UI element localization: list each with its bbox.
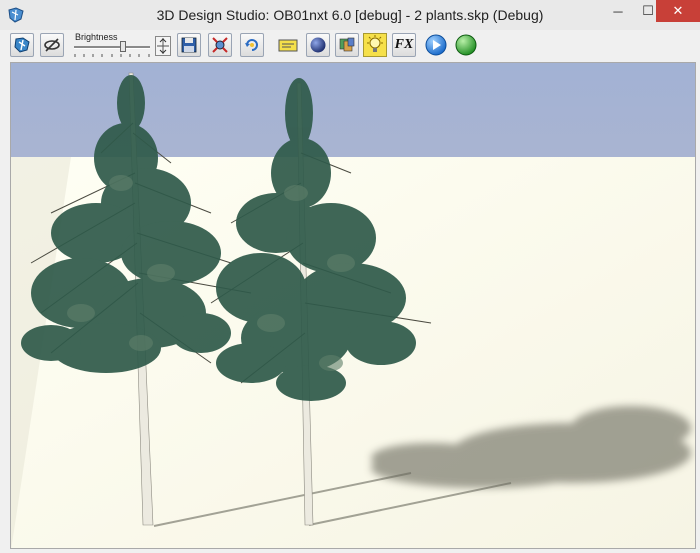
zoom-extents-icon	[212, 37, 228, 53]
zoom-extents-button[interactable]	[208, 33, 232, 57]
fx-icon: FX	[394, 37, 414, 52]
brightness-label: Brightness	[75, 32, 118, 42]
scene-render	[11, 72, 695, 548]
green-ball-button[interactable]	[454, 33, 478, 57]
save-icon	[181, 37, 197, 53]
play-icon	[425, 34, 447, 56]
sphere-button[interactable]	[306, 33, 330, 57]
slider-ticks	[74, 54, 150, 57]
brightness-control: Brightness	[70, 31, 175, 59]
brightness-slider-track[interactable]	[74, 46, 150, 49]
render-viewport[interactable]	[10, 62, 696, 549]
sphere-icon	[310, 37, 326, 53]
walk-button[interactable]	[10, 33, 34, 57]
materials-button[interactable]	[335, 33, 359, 57]
walk-icon	[14, 37, 30, 53]
fx-button[interactable]: FX	[392, 33, 416, 57]
brightness-slider-thumb[interactable]	[120, 41, 127, 52]
spinner-arrows-icon	[157, 38, 169, 54]
orbit-icon	[44, 38, 60, 52]
brightness-spinner[interactable]	[155, 36, 171, 56]
minimize-button[interactable]: ─	[603, 0, 633, 22]
license-button[interactable]	[276, 33, 300, 57]
orbit-button[interactable]	[40, 33, 64, 57]
light-button[interactable]	[363, 33, 387, 57]
materials-icon	[339, 37, 355, 52]
save-button[interactable]	[177, 33, 201, 57]
light-bulb-icon	[367, 35, 383, 52]
close-button[interactable]: ✕	[656, 0, 700, 22]
window-title: 3D Design Studio: OB01nxt 6.0 [debug] - …	[156, 7, 544, 23]
license-icon	[278, 39, 298, 52]
rotate-view-button[interactable]	[240, 33, 264, 57]
green-ball-icon	[455, 34, 477, 56]
play-button[interactable]	[424, 33, 448, 57]
title-bar: 3D Design Studio: OB01nxt 6.0 [debug] - …	[0, 0, 700, 31]
rotate-view-icon	[245, 39, 258, 51]
